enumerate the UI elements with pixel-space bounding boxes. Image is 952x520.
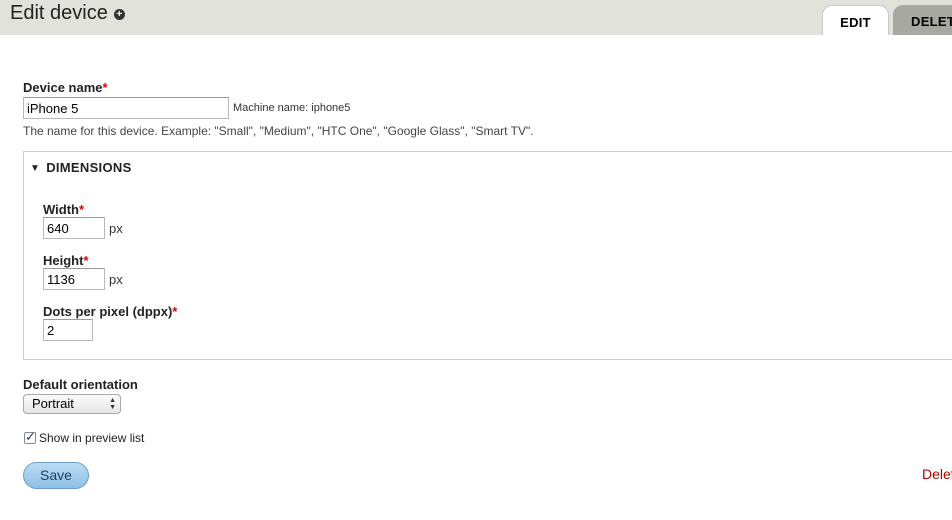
dppx-input[interactable]: [43, 319, 93, 341]
edit-device-page: Edit device+ EDIT DELETE Device name* Ma…: [0, 0, 952, 520]
required-marker: *: [172, 304, 178, 319]
device-name-label-text: Device name: [23, 80, 103, 95]
dppx-label: Dots per pixel (dppx)*: [43, 304, 177, 319]
show-in-preview-checkbox[interactable]: ✓: [24, 429, 36, 444]
device-name-label: Device name*: [23, 80, 108, 95]
dimensions-legend[interactable]: ▼ DIMENSIONS: [30, 160, 132, 175]
plus-circle-icon[interactable]: +: [113, 9, 125, 20]
tab-delete[interactable]: DELETE: [893, 5, 952, 35]
show-in-preview-label[interactable]: Show in preview list: [39, 431, 144, 445]
triangle-down-icon: ▼: [30, 163, 41, 174]
tab-delete-label: DELETE: [911, 14, 952, 29]
height-input[interactable]: [43, 268, 105, 290]
checkmark-icon: ✓: [25, 429, 36, 444]
dimensions-legend-text: DIMENSIONS: [46, 160, 132, 175]
device-name-description: The name for this device. Example: "Smal…: [23, 124, 534, 138]
required-marker: *: [83, 253, 89, 268]
tab-edit-label: EDIT: [840, 15, 871, 30]
orientation-selected: Portrait: [32, 396, 74, 411]
height-unit: px: [109, 272, 123, 287]
width-input[interactable]: [43, 217, 105, 239]
tab-edit[interactable]: EDIT: [822, 5, 889, 35]
height-label-text: Height: [43, 253, 84, 268]
save-button[interactable]: Save: [23, 462, 89, 489]
select-arrows-icon: ▲ ▼: [109, 397, 116, 411]
width-label-text: Width: [43, 202, 79, 217]
page-title: Edit device +: [10, 2, 125, 25]
machine-name-text: Machine name: iphone5: [233, 102, 351, 114]
save-button-label: Save: [40, 467, 72, 483]
width-unit: px: [109, 221, 123, 236]
device-name-input[interactable]: [23, 97, 229, 119]
page-title-text: Edit device: [10, 2, 108, 24]
delete-link[interactable]: Delete: [922, 466, 952, 482]
orientation-label: Default orientation: [23, 377, 138, 392]
page-header: Edit device + EDIT DELETE: [0, 0, 952, 35]
orientation-select[interactable]: Portrait ▲ ▼: [23, 394, 121, 414]
required-marker: *: [78, 202, 85, 217]
width-label: Width*: [43, 202, 84, 217]
height-label: Height*: [43, 253, 89, 268]
required-marker: *: [102, 80, 108, 95]
dimensions-fieldset: [23, 151, 952, 360]
dppx-label-text: Dots per pixel (dppx): [43, 304, 173, 319]
